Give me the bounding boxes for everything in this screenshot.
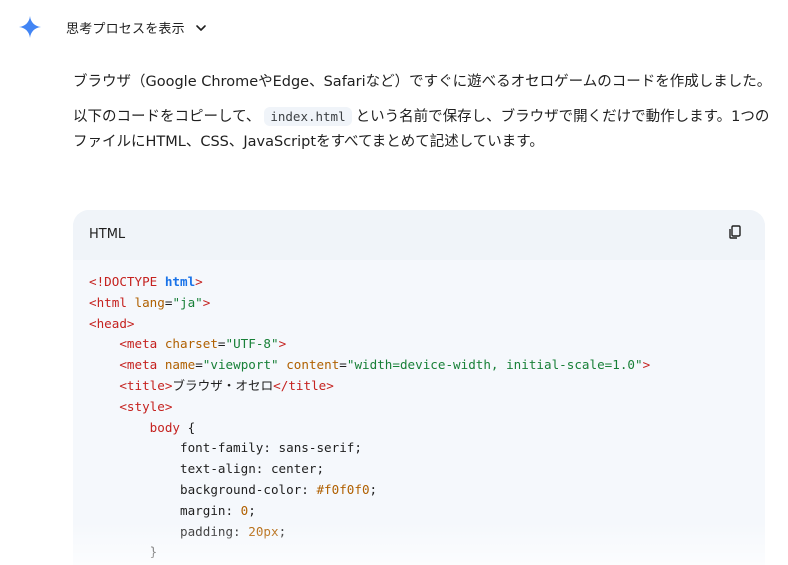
code-token: body [149, 419, 188, 435]
para2-text-before: 以下のコードをコピーして、 [73, 109, 261, 125]
response-paragraph-2: 以下のコードをコピーして、 index.html という名前で保存し、ブラウザで開く… [73, 104, 773, 155]
show-thinking-label: 思考プロセスを表示 [66, 21, 185, 37]
chat-response: 思考プロセスを表示 ブラウザ（Google ChromeやEdge、Safari… [0, 0, 788, 565]
show-thinking-toggle[interactable]: 思考プロセスを表示 [66, 18, 208, 37]
code-token: <head> [89, 315, 135, 331]
code-token: > [202, 294, 211, 310]
response-paragraph-1: ブラウザ（Google ChromeやEdge、Safariなど）ですぐに遊べる… [73, 74, 772, 90]
chevron-down-icon [194, 20, 208, 34]
code-token: "viewport" [202, 357, 279, 373]
code-token: text-align: center; [89, 461, 325, 477]
code-token: 20px [248, 523, 279, 539]
code-line: <head> [89, 314, 749, 335]
code-token: <title> [119, 377, 173, 393]
code-line: } [89, 542, 749, 563]
code-token: background-color: [89, 481, 317, 497]
copy-code-button[interactable] [725, 224, 745, 244]
gemini-spark-icon [18, 15, 42, 39]
code-line: body { [89, 418, 749, 439]
code-token: #f0f0f0 [316, 481, 370, 497]
code-line: font-family: sans-serif; [89, 438, 749, 459]
code-line: margin: 0; [89, 501, 749, 522]
code-token: </title> [273, 377, 334, 393]
code-token: html [164, 274, 196, 289]
code-token: margin: [89, 502, 241, 518]
inline-code-filename: index.html [264, 107, 352, 126]
code-line: text-align: center; [89, 459, 749, 480]
code-token: padding: [89, 523, 249, 539]
code-token: > [278, 336, 287, 352]
code-line: <title>ブラウザ・オセロ</title> [89, 376, 749, 397]
code-token: font-family: sans-serif; [89, 440, 362, 456]
code-token: name [164, 357, 196, 373]
code-line: <html lang="ja"> [89, 293, 749, 314]
code-token: <meta [119, 336, 165, 352]
code-token: = [217, 336, 226, 352]
code-line: <meta name="viewport" content="width=dev… [89, 355, 749, 376]
code-token: = [339, 357, 347, 373]
code-token: > [195, 274, 203, 289]
code-line: background-color: #f0f0f0; [89, 480, 749, 501]
code-token: "width=device-width, initial-scale=1.0" [346, 357, 643, 373]
code-block: HTML <!DOCTYPE html> <html lang="ja"> <hea… [73, 210, 765, 565]
code-token: = [195, 357, 203, 373]
code-language-label: HTML [89, 226, 126, 242]
code-line: <style> [89, 397, 749, 418]
code-token: ブラウザ・オセロ [172, 377, 274, 393]
code-token: content [286, 357, 340, 373]
code-token: ; [278, 523, 287, 539]
code-token: { [187, 419, 196, 435]
code-token: "UTF-8" [225, 336, 279, 352]
code-token: <!DOCTYPE [89, 274, 165, 289]
code-token: lang [134, 294, 165, 310]
code-token: <html [89, 294, 135, 310]
thought-row: 思考プロセスを表示 [18, 14, 208, 40]
code-token: ; [369, 481, 378, 497]
code-token: <meta [119, 357, 165, 373]
code-token: <style> [119, 398, 173, 414]
code-token: > [642, 357, 651, 373]
code-token: "ja" [172, 294, 203, 310]
code-line: <!DOCTYPE html> [89, 272, 749, 293]
response-text: ブラウザ（Google ChromeやEdge、Safariなど）ですぐに遊べる… [73, 70, 773, 164]
code-line: padding: 20px; [89, 522, 749, 543]
code-block-header: HTML [73, 210, 765, 258]
code-line: <meta charset="UTF-8"> [89, 334, 749, 355]
code-token: ; [248, 502, 256, 518]
code-token: charset [164, 336, 218, 352]
copy-icon [727, 224, 743, 244]
code-token: } [89, 544, 158, 560]
code-content[interactable]: <!DOCTYPE html> <html lang="ja"> <head> <m… [73, 260, 765, 565]
